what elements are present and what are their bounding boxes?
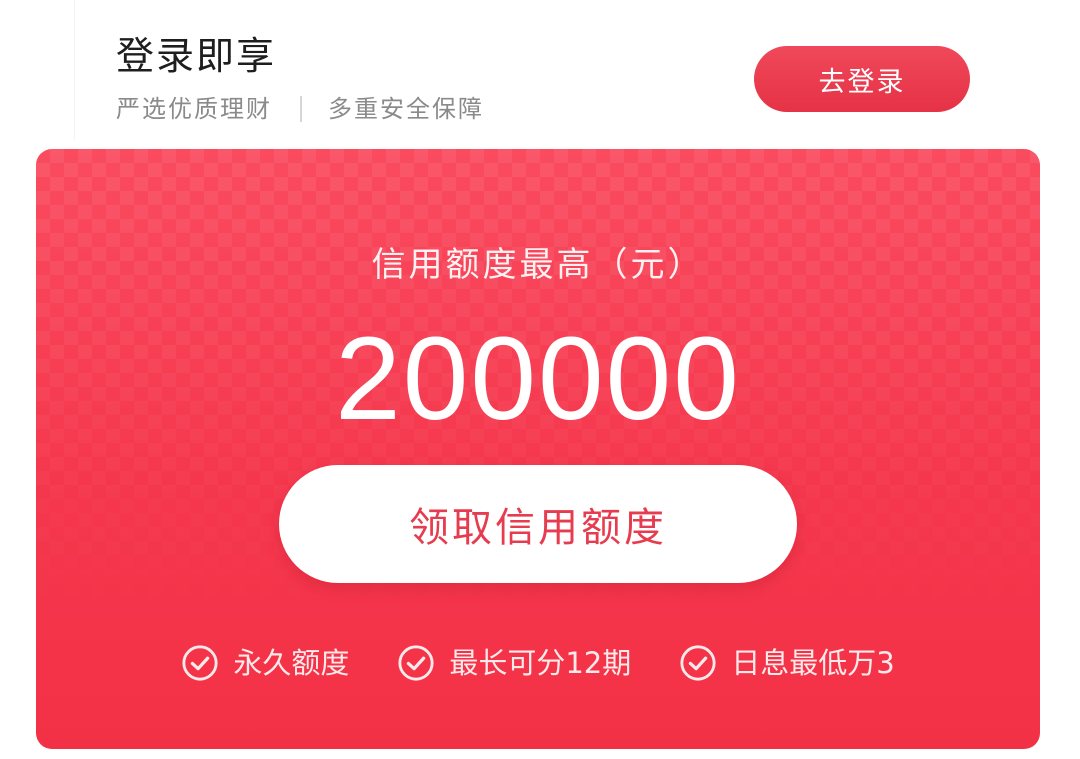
subtitle-right: 多重安全保障	[328, 95, 484, 123]
check-circle-icon	[182, 645, 218, 681]
claim-credit-limit-button[interactable]: 领取信用额度	[279, 465, 797, 583]
credit-limit-label: 信用额度最高（元）	[371, 245, 705, 285]
feature-item: 最长可分12期	[397, 643, 631, 683]
feature-label: 永久额度	[233, 646, 350, 680]
feature-item: 日息最低万3	[679, 643, 895, 683]
login-promo-header: 登录即享 严选优质理财 多重安全保障 去登录	[0, 0, 1080, 140]
subtitle-left: 严选优质理财	[116, 95, 272, 123]
divider	[74, 0, 75, 140]
feature-list: 永久额度 最长可分12期 日息最低万3	[36, 643, 1040, 683]
feature-label: 日息最低万3	[731, 646, 895, 680]
check-circle-icon	[680, 645, 716, 681]
subtitle-divider	[300, 96, 302, 122]
promo-subtitle: 严选优质理财 多重安全保障	[116, 93, 484, 125]
feature-item: 永久额度	[181, 643, 349, 683]
credit-limit-amount: 200000	[335, 313, 741, 445]
credit-limit-card: 信用额度最高（元） 200000 领取信用额度 永久额度 最长可分12期 日息最…	[36, 149, 1040, 749]
login-button[interactable]: 去登录	[754, 46, 970, 112]
promo-title: 登录即享	[116, 34, 277, 78]
feature-label: 最长可分12期	[449, 646, 632, 680]
check-circle-icon	[398, 645, 434, 681]
